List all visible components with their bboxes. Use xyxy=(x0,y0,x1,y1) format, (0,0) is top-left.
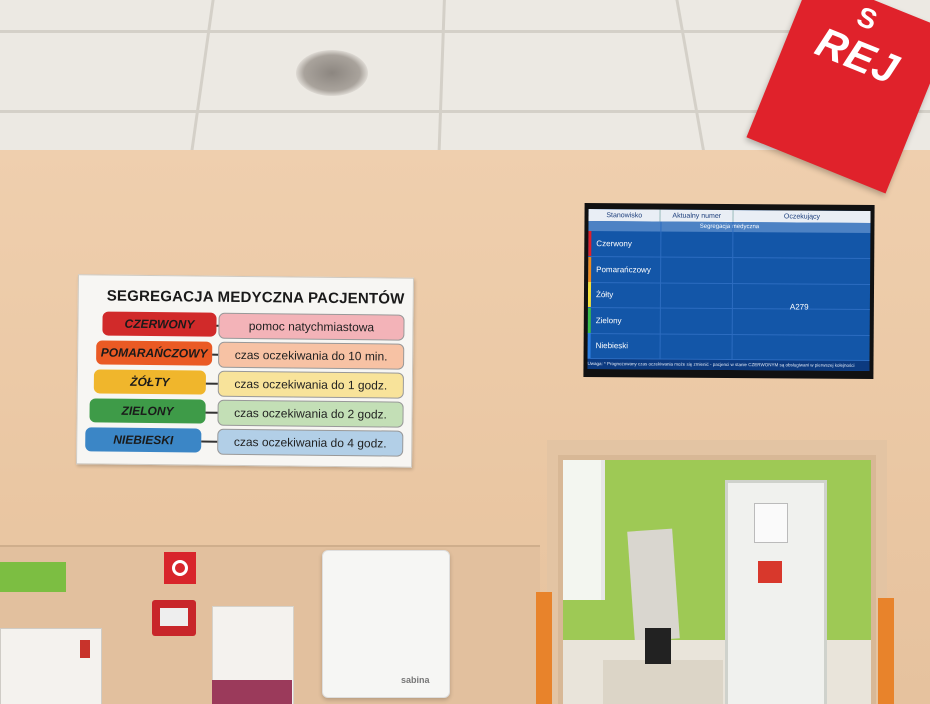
header-oczekujacy: Oczekujący xyxy=(783,212,821,221)
poster-wait-time: czas oczekiwania do 4 godz. xyxy=(217,428,404,457)
queue-row-color-bar xyxy=(587,307,591,333)
poster-color-label: ZIELONY xyxy=(89,398,206,424)
queue-footer-note: Uwaga: * Prognozowany czas oczekiwania m… xyxy=(587,359,870,371)
room-door xyxy=(725,480,827,704)
queue-row-label: Pomarańczowy xyxy=(596,264,651,275)
header-aktualny-numer: Aktualny numer xyxy=(660,209,734,223)
ceiling-speaker-icon xyxy=(296,50,368,96)
poster-color-label: CZERWONY xyxy=(102,311,217,337)
waiting-number: A279 xyxy=(789,302,809,312)
red-sign-text: REJ xyxy=(809,17,906,94)
poster-wait-time: czas oczekiwania do 10 min. xyxy=(218,341,405,370)
green-sign xyxy=(0,562,66,592)
queue-display-monitor: Stanowisko Aktualny numer Oczekujący Seg… xyxy=(583,202,875,380)
poster-row: ŻÓŁTY czas oczekiwania do 1 godz. xyxy=(78,369,412,399)
notice-board xyxy=(627,528,680,642)
queue-row: Czerwony xyxy=(588,231,871,259)
fire-alarm-sign-icon xyxy=(164,552,196,584)
ceiling-tile-line xyxy=(437,0,446,165)
ceiling-tile-line xyxy=(188,0,215,165)
room-window xyxy=(563,460,605,600)
triage-poster: SEGREGACJA MEDYCZNA PACJENTÓW CZERWONY po… xyxy=(76,274,414,468)
queue-row-label: Żółty xyxy=(595,290,614,300)
poster-color-label: NIEBIESKI xyxy=(85,427,202,453)
fire-alarm-button xyxy=(152,600,196,636)
poster-row: ZIELONY czas oczekiwania do 2 godz. xyxy=(77,398,411,428)
queue-row-color-bar xyxy=(588,231,592,257)
queue-row: Żółty xyxy=(587,282,871,311)
queue-row-label: Zielony xyxy=(595,315,622,326)
poster-connector xyxy=(205,411,218,414)
ceiling-tile-line xyxy=(675,0,708,165)
room-through-doorway xyxy=(563,460,871,704)
queue-row: Niebieski xyxy=(587,333,870,362)
cabinet-red-label xyxy=(80,640,90,658)
orange-wall-strip xyxy=(536,592,552,704)
wall-panel-edge xyxy=(0,545,540,547)
poster-wait-time: czas oczekiwania do 2 godz. xyxy=(217,399,404,428)
queue-row: Zielony xyxy=(587,307,870,336)
poster-wait-time: pomoc natychmiastowa xyxy=(218,312,405,341)
door-red-sticker xyxy=(758,561,782,583)
dispenser-brand: sabina xyxy=(401,675,430,685)
orange-wall-strip xyxy=(878,598,894,704)
queue-row-label: Czerwony xyxy=(596,239,632,249)
poster-row: CZERWONY pomoc natychmiastowa xyxy=(78,311,412,341)
poster-title: SEGREGACJA MEDYCZNA PACJENTÓW xyxy=(106,287,405,308)
header-stanowisko: Stanowisko xyxy=(588,209,662,222)
poster-color-label: ŻÓŁTY xyxy=(93,369,207,395)
poster-color-label: POMARAŃCZOWY xyxy=(96,340,213,366)
poster-wait-time: czas oczekiwania do 1 godz. xyxy=(217,370,404,399)
queue-row: Pomarańczowy xyxy=(588,256,871,285)
room-computer-monitor xyxy=(645,628,671,664)
queue-row-color-bar xyxy=(588,256,592,282)
room-desk xyxy=(603,660,723,704)
queue-row-color-bar xyxy=(587,333,591,359)
poster-connector xyxy=(201,440,218,443)
queue-row-color-bar xyxy=(587,282,592,308)
poster-row: POMARAŃCZOWY czas oczekiwania do 10 min. xyxy=(78,340,412,370)
photo-scene: S REJ SEGREGACJA MEDYCZNA PACJENTÓW CZER… xyxy=(0,0,930,704)
towel-dispenser: sabina xyxy=(322,550,450,698)
queue-row-label: Niebieski xyxy=(595,341,629,351)
leaflet-bottom xyxy=(212,680,292,704)
poster-row: NIEBIESKI czas oczekiwania do 4 godz. xyxy=(77,427,411,457)
poster-connector xyxy=(205,382,218,385)
queue-display-screen: Stanowisko Aktualny numer Oczekujący Seg… xyxy=(587,209,871,371)
door-paper-sign xyxy=(754,503,788,543)
